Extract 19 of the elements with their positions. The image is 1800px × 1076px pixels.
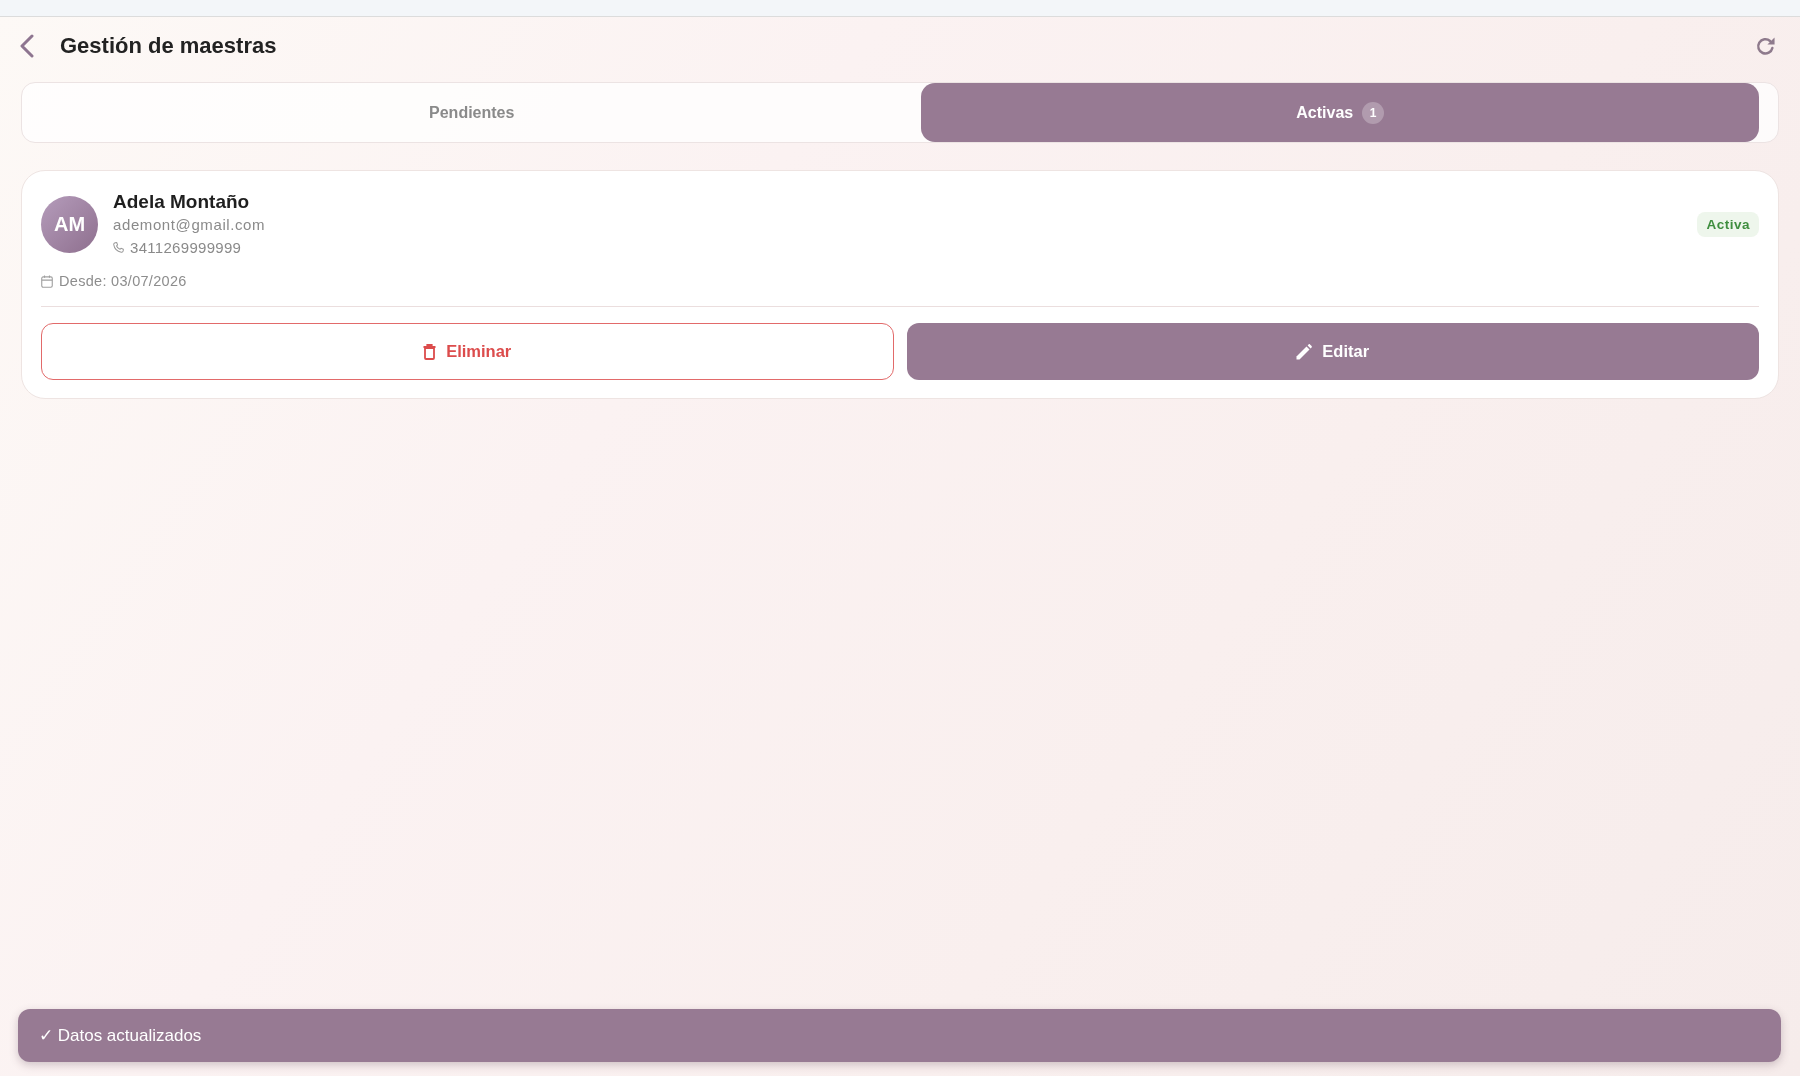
avatar: AM bbox=[41, 195, 98, 253]
phone-icon bbox=[113, 241, 124, 253]
teacher-name: Adela Montaño bbox=[113, 190, 251, 214]
refresh-icon[interactable] bbox=[1755, 35, 1776, 57]
back-icon[interactable] bbox=[19, 34, 34, 58]
trash-icon bbox=[423, 343, 437, 360]
count-badge: 1 bbox=[1362, 101, 1385, 124]
toast-message: ✓ Datos actualizados bbox=[18, 1009, 1781, 1062]
tab[interactable]: Activas 1 bbox=[921, 83, 1759, 142]
page-title: Gestión de maestras bbox=[60, 33, 277, 59]
since-date: Desde: 03/07/2026 bbox=[59, 273, 187, 289]
status-badge: Activa bbox=[1697, 211, 1759, 237]
pencil-icon bbox=[1296, 343, 1313, 360]
email-text: ademont@gmail.com bbox=[113, 215, 266, 235]
delete-button[interactable]: Eliminar bbox=[41, 323, 894, 380]
edit-button[interactable]: Editar bbox=[906, 323, 1759, 380]
calendar-icon bbox=[41, 274, 53, 288]
phone-number: 3411269999999 bbox=[130, 238, 242, 256]
tab[interactable]: Pendientes bbox=[22, 83, 922, 142]
